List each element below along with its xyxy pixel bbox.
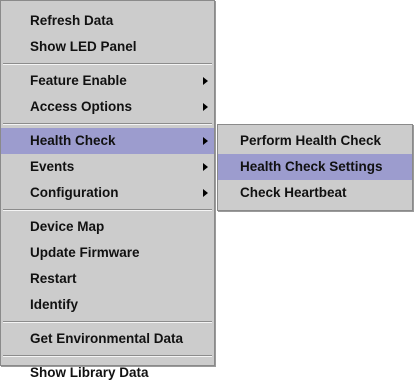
menu-item-health-check[interactable]: Health Check <box>1 128 214 154</box>
submenu-arrow-icon <box>203 137 208 145</box>
menu-item-configuration[interactable]: Configuration <box>1 180 214 206</box>
menu-item-feature-enable[interactable]: Feature Enable <box>1 68 214 94</box>
menu-item-label: Feature Enable <box>30 73 127 88</box>
submenu-arrow-icon <box>203 163 208 171</box>
menu-item-show-led-panel[interactable]: Show LED Panel <box>1 34 214 60</box>
menu-item-label: Access Options <box>30 99 133 114</box>
menu-separator <box>3 209 212 211</box>
menu-separator <box>3 355 212 357</box>
submenu-item-perform-health-check[interactable]: Perform Health Check <box>218 128 412 154</box>
health-check-submenu: Perform Health Check Health Check Settin… <box>217 124 413 211</box>
menu-separator <box>3 321 212 323</box>
menu-item-label: Configuration <box>30 185 119 200</box>
submenu-item-health-check-settings[interactable]: Health Check Settings <box>218 154 412 180</box>
submenu-arrow-icon <box>203 189 208 197</box>
menu-item-label: Health Check <box>30 133 116 148</box>
menu-item-refresh-data[interactable]: Refresh Data <box>1 8 214 34</box>
menu-item-events[interactable]: Events <box>1 154 214 180</box>
menu-item-label: Events <box>30 159 75 174</box>
submenu-arrow-icon <box>203 77 208 85</box>
menu-item-access-options[interactable]: Access Options <box>1 94 214 120</box>
menu-item-get-environmental-data[interactable]: Get Environmental Data <box>1 326 214 352</box>
menu-separator <box>3 63 212 65</box>
menu-item-restart[interactable]: Restart <box>1 266 214 292</box>
menu-item-identify[interactable]: Identify <box>1 292 214 318</box>
context-menu: Refresh Data Show LED Panel Feature Enab… <box>0 0 215 380</box>
menu-item-device-map[interactable]: Device Map <box>1 214 214 240</box>
submenu-arrow-icon <box>203 103 208 111</box>
menu-separator <box>3 123 212 125</box>
menu-item-update-firmware[interactable]: Update Firmware <box>1 240 214 266</box>
submenu-item-check-heartbeat[interactable]: Check Heartbeat <box>218 180 412 206</box>
